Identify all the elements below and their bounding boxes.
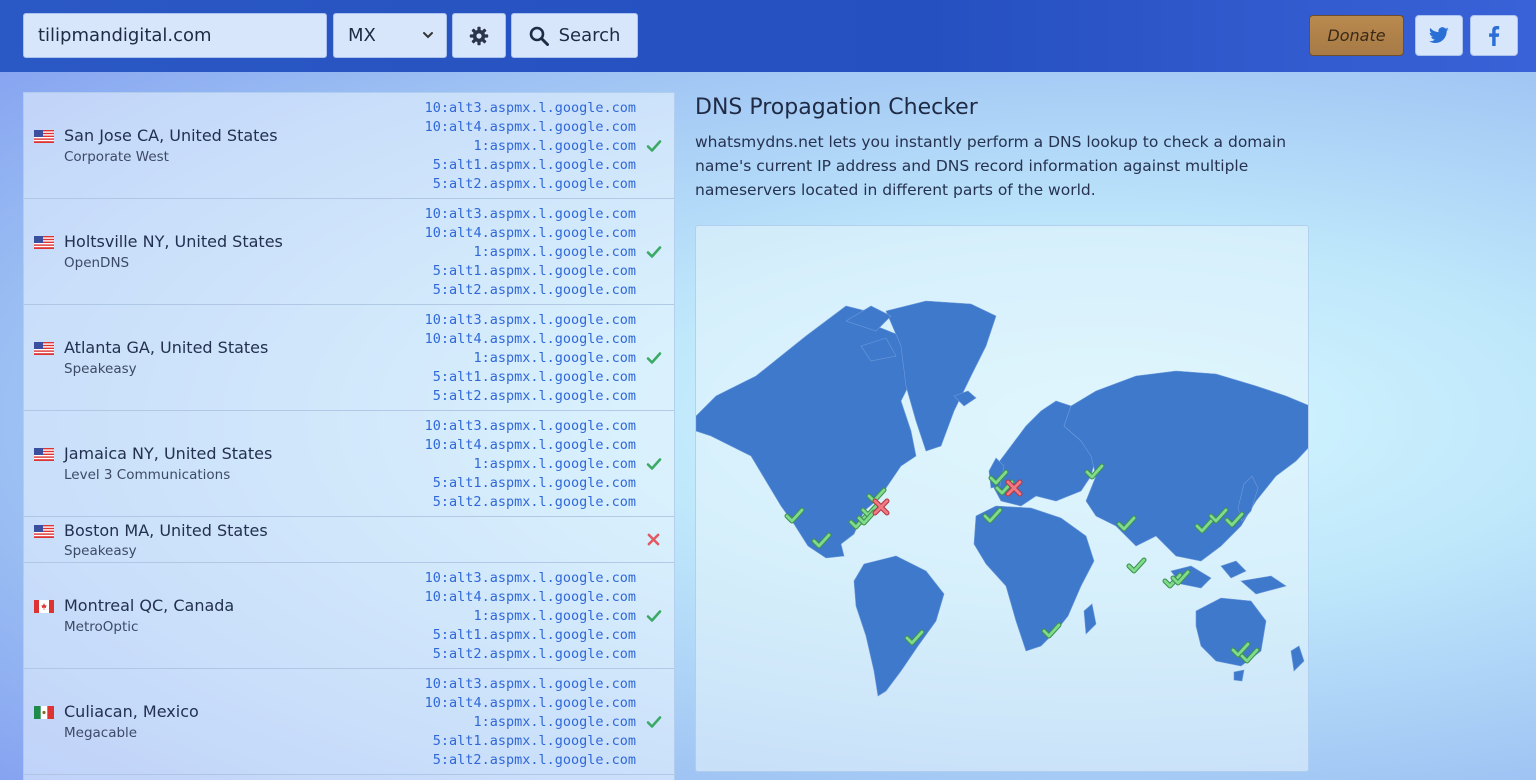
- result-provider: OpenDNS: [64, 255, 130, 271]
- result-records: 10:alt3.aspmx.l.google.com 10:alt4.aspmx…: [425, 675, 636, 770]
- record-type-value: MX: [348, 25, 376, 46]
- new-zealand-landmass: [1290, 645, 1305, 672]
- result-row[interactable]: Boston MA, United States Speakeasy: [24, 517, 674, 563]
- result-location: Atlanta GA, United States: [64, 338, 269, 357]
- record-line: 5:alt1.aspmx.l.google.com: [432, 733, 636, 749]
- search-button[interactable]: Search: [511, 13, 638, 58]
- donate-button[interactable]: Donate: [1309, 15, 1404, 56]
- us-flag-icon: [34, 236, 54, 249]
- facebook-button[interactable]: [1470, 15, 1518, 56]
- record-line: 5:alt2.aspmx.l.google.com: [432, 752, 636, 768]
- tasmania-landmass: [1233, 669, 1245, 682]
- check-icon: [646, 458, 662, 470]
- record-line: 10:alt3.aspmx.l.google.com: [424, 100, 636, 116]
- record-line: 10:alt3.aspmx.l.google.com: [424, 312, 636, 328]
- check-icon: [646, 140, 662, 152]
- result-row[interactable]: Holtsville NY, United States OpenDNS 10:…: [24, 199, 674, 305]
- record-line: 10:alt3.aspmx.l.google.com: [424, 676, 636, 692]
- record-line: 5:alt1.aspmx.l.google.com: [432, 627, 636, 643]
- result-provider: Level 3 Communications: [64, 467, 231, 483]
- result-records: 10:alt3.aspmx.l.google.com 10:alt4.aspmx…: [425, 99, 636, 194]
- search-icon: [529, 26, 549, 46]
- africa-landmass: [973, 505, 1095, 652]
- result-records: 10:alt3.aspmx.l.google.com 10:alt4.aspmx…: [425, 417, 636, 512]
- record-line: 5:alt1.aspmx.l.google.com: [432, 475, 636, 491]
- record-line: 5:alt2.aspmx.l.google.com: [432, 282, 636, 298]
- twitter-button[interactable]: [1415, 15, 1463, 56]
- us-flag-icon: [34, 525, 54, 538]
- result-location: San Jose CA, United States: [64, 126, 278, 145]
- record-line: 5:alt1.aspmx.l.google.com: [432, 157, 636, 173]
- record-line: 10:alt4.aspmx.l.google.com: [424, 225, 636, 241]
- cross-icon: [647, 533, 660, 546]
- result-row[interactable]: San Jose CA, United States Corporate Wes…: [24, 93, 674, 199]
- chevron-down-icon: [422, 14, 434, 75]
- result-row[interactable]: Jamaica NY, United States Level 3 Commun…: [24, 411, 674, 517]
- twitter-icon: [1429, 27, 1449, 43]
- record-line: 5:alt2.aspmx.l.google.com: [432, 388, 636, 404]
- record-line: 5:alt1.aspmx.l.google.com: [432, 263, 636, 279]
- settings-button[interactable]: [452, 13, 506, 58]
- page-description: whatsmydns.net lets you instantly perfor…: [695, 133, 1287, 199]
- result-location: Montreal QC, Canada: [64, 596, 235, 615]
- world-map: [695, 225, 1309, 772]
- record-line: 10:alt4.aspmx.l.google.com: [424, 589, 636, 605]
- facebook-icon: [1489, 25, 1500, 46]
- mexico-flag-icon: [34, 706, 54, 719]
- record-line: 10:alt4.aspmx.l.google.com: [424, 119, 636, 135]
- south-america-landmass: [853, 555, 945, 697]
- record-line: 10:alt4.aspmx.l.google.com: [424, 437, 636, 453]
- check-icon: [646, 352, 662, 364]
- world-map-svg: [696, 300, 1308, 697]
- results-list: San Jose CA, United States Corporate Wes…: [23, 92, 675, 780]
- record-line: 1:aspmx.l.google.com: [473, 456, 636, 472]
- result-records: 10:alt3.aspmx.l.google.com 10:alt4.aspmx…: [425, 569, 636, 664]
- record-line: 10:alt3.aspmx.l.google.com: [424, 418, 636, 434]
- result-records: 10:alt3.aspmx.l.google.com 10:alt4.aspmx…: [425, 205, 636, 300]
- check-icon: [646, 246, 662, 258]
- southeast-asia-islands-landmass: [1170, 560, 1287, 595]
- top-bar: tilipmandigital.com MX Search Donate: [0, 0, 1536, 72]
- result-provider: Speakeasy: [64, 543, 137, 559]
- madagascar-landmass: [1083, 603, 1097, 635]
- check-icon: [646, 610, 662, 622]
- record-line: 10:alt3.aspmx.l.google.com: [424, 570, 636, 586]
- record-line: 5:alt1.aspmx.l.google.com: [432, 369, 636, 385]
- result-row[interactable]: Culiacan, Mexico Megacable 10:alt3.aspmx…: [24, 669, 674, 775]
- record-line: 5:alt2.aspmx.l.google.com: [432, 494, 636, 510]
- record-line: 1:aspmx.l.google.com: [473, 138, 636, 154]
- result-location: Jamaica NY, United States: [64, 444, 273, 463]
- page-title: DNS Propagation Checker: [695, 95, 978, 120]
- result-provider: Corporate West: [64, 149, 169, 165]
- us-flag-icon: [34, 448, 54, 461]
- domain-input[interactable]: tilipmandigital.com: [23, 13, 327, 58]
- record-line: 1:aspmx.l.google.com: [473, 608, 636, 624]
- result-provider: Speakeasy: [64, 361, 137, 377]
- record-line: 5:alt2.aspmx.l.google.com: [432, 176, 636, 192]
- record-line: 1:aspmx.l.google.com: [473, 244, 636, 260]
- result-records: 10:alt3.aspmx.l.google.com 10:alt4.aspmx…: [425, 311, 636, 406]
- record-line: 10:alt4.aspmx.l.google.com: [424, 331, 636, 347]
- canada-flag-icon: [34, 600, 54, 613]
- record-type-select[interactable]: MX: [333, 13, 447, 58]
- us-flag-icon: [34, 130, 54, 143]
- search-button-label: Search: [558, 25, 621, 46]
- record-line: 10:alt3.aspmx.l.google.com: [424, 206, 636, 222]
- result-provider: MetroOptic: [64, 619, 139, 635]
- australia-landmass: [1195, 597, 1267, 667]
- check-icon: [646, 716, 662, 728]
- result-row[interactable]: Montreal QC, Canada MetroOptic 10:alt3.a…: [24, 563, 674, 669]
- marker-sri-lanka[interactable]: [1129, 560, 1144, 571]
- us-flag-icon: [34, 342, 54, 355]
- result-location: Boston MA, United States: [64, 521, 268, 540]
- result-provider: Megacable: [64, 725, 138, 741]
- result-location: Culiacan, Mexico: [64, 702, 199, 721]
- record-line: 1:aspmx.l.google.com: [473, 714, 636, 730]
- result-location: Holtsville NY, United States: [64, 232, 283, 251]
- gear-icon: [469, 26, 489, 45]
- record-line: 10:alt4.aspmx.l.google.com: [424, 695, 636, 711]
- record-line: 1:aspmx.l.google.com: [473, 350, 636, 366]
- result-row[interactable]: Atlanta GA, United States Speakeasy 10:a…: [24, 305, 674, 411]
- record-line: 5:alt2.aspmx.l.google.com: [432, 646, 636, 662]
